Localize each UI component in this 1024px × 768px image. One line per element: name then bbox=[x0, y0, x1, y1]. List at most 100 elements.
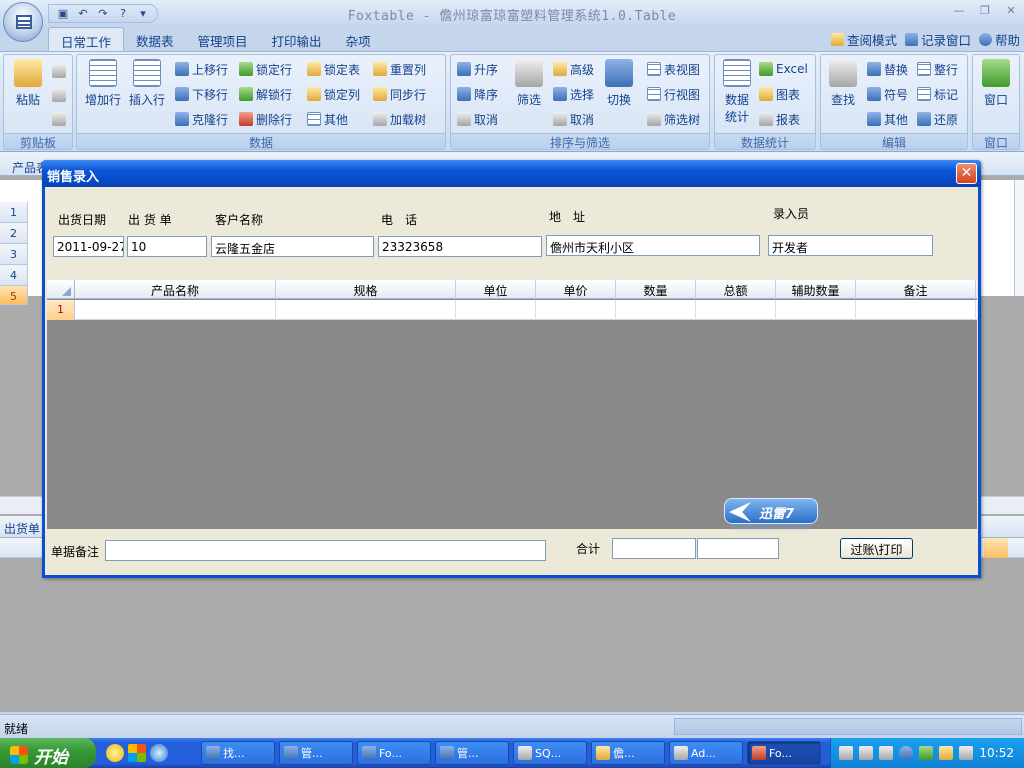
table-row[interactable]: 1 bbox=[47, 300, 977, 320]
arrow-left-icon[interactable] bbox=[899, 746, 913, 760]
row-number[interactable]: 4 bbox=[0, 265, 28, 286]
data-stats-button[interactable]: 数据 统计 bbox=[717, 59, 757, 125]
note-field[interactable] bbox=[105, 540, 546, 561]
find-button[interactable]: 查找 bbox=[821, 59, 865, 108]
tab-misc[interactable]: 杂项 bbox=[334, 27, 383, 51]
sync-row-button[interactable]: 同步行 bbox=[373, 84, 426, 104]
move-down-button[interactable]: 下移行 bbox=[175, 84, 228, 104]
filter-tree-button[interactable]: 筛选树 bbox=[647, 109, 700, 129]
task-button-1[interactable]: 找... bbox=[201, 741, 275, 765]
post-print-button[interactable]: 过账\打印 bbox=[840, 538, 913, 559]
total-field-2[interactable] bbox=[697, 538, 779, 559]
cut-button[interactable] bbox=[52, 85, 66, 105]
unlock-row-button[interactable]: 解锁行 bbox=[239, 84, 292, 104]
lock-column-button[interactable]: 锁定列 bbox=[307, 84, 360, 104]
quick-launch-icon-1[interactable] bbox=[106, 744, 124, 762]
report-button[interactable]: 报表 bbox=[759, 109, 800, 129]
task-button-6[interactable]: 儋... bbox=[591, 741, 665, 765]
tab-manage-project[interactable]: 管理项目 bbox=[186, 27, 260, 51]
load-tree-button[interactable]: 加载树 bbox=[373, 109, 426, 129]
table-view-button[interactable]: 表视图 bbox=[647, 59, 700, 79]
tab-print-output[interactable]: 打印输出 bbox=[260, 27, 334, 51]
cell-aux-quantity[interactable] bbox=[776, 300, 856, 320]
cell-unit[interactable] bbox=[456, 300, 536, 320]
help-tray-icon[interactable] bbox=[859, 746, 873, 760]
excel-button[interactable]: Excel bbox=[759, 59, 808, 79]
col-product-name[interactable]: 产品名称 bbox=[75, 280, 276, 299]
col-aux-quantity[interactable]: 辅助数量 bbox=[776, 280, 856, 299]
task-button-7[interactable]: Ad... bbox=[669, 741, 743, 765]
col-spec[interactable]: 规格 bbox=[276, 280, 456, 299]
cell-unit-price[interactable] bbox=[536, 300, 616, 320]
cell-spec[interactable] bbox=[276, 300, 456, 320]
lock-table-button[interactable]: 锁定表 bbox=[307, 59, 360, 79]
cell-quantity[interactable] bbox=[616, 300, 696, 320]
insert-row-button[interactable]: 插入行 bbox=[125, 59, 169, 108]
chart-button[interactable]: 图表 bbox=[759, 84, 800, 104]
col-unit[interactable]: 单位 bbox=[456, 280, 536, 299]
restore-button[interactable]: 还原 bbox=[917, 109, 958, 129]
delete-row-button[interactable]: 删除行 bbox=[239, 109, 292, 129]
lock-row-button[interactable]: 锁定行 bbox=[239, 59, 292, 79]
address-field[interactable]: 儋州市天利小区 bbox=[546, 235, 760, 256]
office-button[interactable] bbox=[3, 2, 43, 42]
close-icon[interactable]: ✕ bbox=[1002, 4, 1020, 20]
task-button-8[interactable]: Fo... bbox=[747, 741, 821, 765]
operator-field[interactable]: 开发者 bbox=[768, 235, 933, 256]
filter-button[interactable]: 筛选 bbox=[507, 59, 551, 108]
total-field-1[interactable] bbox=[612, 538, 696, 559]
row-number-selected[interactable]: 5 bbox=[0, 286, 28, 305]
symbol-button[interactable]: 符号 bbox=[867, 84, 908, 104]
row-view-button[interactable]: 行视图 bbox=[647, 84, 700, 104]
network-icon[interactable] bbox=[919, 746, 933, 760]
restore-icon[interactable]: ❐ bbox=[976, 4, 994, 20]
quick-launch-icon-2[interactable] bbox=[128, 744, 146, 762]
keyboard-icon[interactable] bbox=[839, 746, 853, 760]
order-field[interactable]: 10 bbox=[127, 236, 207, 257]
view-mode-link[interactable]: 查阅模式 bbox=[830, 30, 897, 49]
dialog-close-button[interactable]: ✕ bbox=[956, 163, 977, 184]
row-number[interactable]: 1 bbox=[0, 202, 28, 223]
filter-cancel-button[interactable]: 取消 bbox=[553, 109, 594, 129]
date-field[interactable]: 2011-09-27 bbox=[53, 236, 124, 257]
help-link[interactable]: 帮助 bbox=[978, 30, 1020, 49]
task-button-4[interactable]: 管... bbox=[435, 741, 509, 765]
clone-row-button[interactable]: 克隆行 bbox=[175, 109, 228, 129]
minimize-icon[interactable]: — bbox=[950, 4, 968, 20]
cell-product-name[interactable] bbox=[75, 300, 276, 320]
tray-icon[interactable] bbox=[879, 746, 893, 760]
col-quantity[interactable]: 数量 bbox=[616, 280, 696, 299]
task-button-2[interactable]: 管... bbox=[279, 741, 353, 765]
sort-desc-button[interactable]: 降序 bbox=[457, 84, 498, 104]
sort-cancel-button[interactable]: 取消 bbox=[457, 109, 498, 129]
copy-button[interactable] bbox=[52, 61, 66, 81]
sort-asc-button[interactable]: 升序 bbox=[457, 59, 498, 79]
row-number[interactable]: 2 bbox=[0, 223, 28, 244]
move-up-button[interactable]: 上移行 bbox=[175, 59, 228, 79]
switch-button[interactable]: 切换 bbox=[597, 59, 641, 108]
edit-other-button[interactable]: 其他 bbox=[867, 109, 908, 129]
task-button-5[interactable]: SQ... bbox=[513, 741, 587, 765]
col-remark[interactable]: 备注 bbox=[856, 280, 976, 299]
row-number[interactable]: 1 bbox=[47, 300, 75, 320]
tab-daily-work[interactable]: 日常工作 bbox=[48, 27, 125, 51]
cell-total[interactable] bbox=[696, 300, 776, 320]
xunlei-badge[interactable]: 迅雷7 bbox=[724, 498, 818, 532]
speaker-icon[interactable] bbox=[959, 746, 973, 760]
reset-column-button[interactable]: 重置列 bbox=[373, 59, 426, 79]
tab-data-table[interactable]: 数据表 bbox=[124, 27, 186, 51]
row-number[interactable]: 3 bbox=[0, 244, 28, 265]
data-other-button[interactable]: 其他 bbox=[307, 109, 348, 129]
start-button[interactable]: 开始 bbox=[0, 738, 96, 768]
task-button-3[interactable]: Fo... bbox=[357, 741, 431, 765]
whole-row-button[interactable]: 整行 bbox=[917, 59, 958, 79]
select-filter-button[interactable]: 选择 bbox=[553, 84, 594, 104]
grid-corner[interactable] bbox=[47, 280, 75, 299]
col-total[interactable]: 总额 bbox=[696, 280, 776, 299]
window-button[interactable]: 窗口 bbox=[974, 59, 1018, 108]
paste-button[interactable]: 粘贴 bbox=[6, 59, 50, 108]
shield-icon[interactable] bbox=[939, 746, 953, 760]
customer-field[interactable]: 云隆五金店 bbox=[211, 236, 374, 257]
phone-field[interactable]: 23323658 bbox=[378, 236, 542, 257]
record-window-link[interactable]: 记录窗口 bbox=[904, 30, 971, 49]
